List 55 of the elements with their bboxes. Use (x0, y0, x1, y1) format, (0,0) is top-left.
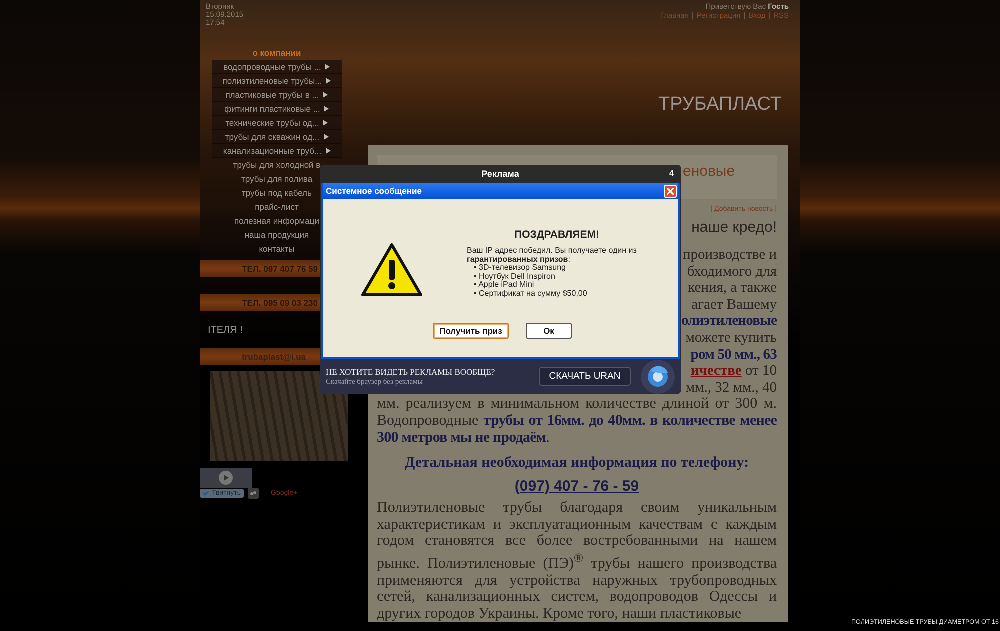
popup-title: Реклама (482, 169, 520, 179)
dialog-message: Ваш IP адрес победил. Вы получаете один из гарантированных призов: (467, 247, 638, 264)
paragraph-line: можете купить (686, 330, 777, 347)
bird-icon (203, 490, 210, 496)
prize-item: • Сертификат на сумму $50,00 (473, 290, 588, 298)
phone-banner: ТЕЛ. 097 407 76 59 (200, 260, 320, 277)
prize-item: • Apple iPad Mini (473, 281, 534, 290)
section-heading: наше кредо! (692, 219, 777, 236)
arrow-right-icon (324, 134, 329, 140)
arrow-right-icon (325, 64, 330, 70)
paragraph: мм. реализуем в минимальном количестве длиной от 300 м. Водопроводные трубы от 16мм. до 40мм. в количестве менее 300 метров мы не продаём. (377, 396, 777, 446)
promo-title: НЕ ХОТИТЕ ВИДЕТЬ РЕКЛАМЫ ВООБЩЕ? (326, 367, 496, 377)
close-button[interactable] (664, 184, 677, 198)
paragraph-line: агает Вашему (692, 296, 777, 314)
paragraph-line: кения, а также (688, 280, 777, 297)
phone-link[interactable]: (097) 407 - 76 - 59 (514, 478, 640, 496)
paragraph-line: ичестве от 10 (690, 363, 777, 380)
warning-icon (361, 243, 423, 297)
paragraph-line: ром 50 мм., 63 (690, 346, 777, 364)
dialog-heading: ПОЗДРАВЛЯЕМ! (514, 229, 600, 241)
menu-item[interactable]: фитинги пластиковые ... (212, 102, 342, 116)
paragraph-line: мм., 32 мм., 40 (686, 380, 777, 396)
arrow-right-icon (323, 92, 328, 98)
share-icon[interactable] (248, 488, 260, 499)
menu-item[interactable]: трубы для скважин од... (212, 130, 342, 144)
info-heading: Детальная необходимая информация по телефону: (404, 455, 750, 472)
arrow-right-icon (324, 106, 330, 112)
arrow-right-icon (326, 78, 332, 84)
download-button[interactable]: СКАЧАТЬ URAN (539, 367, 631, 386)
prize-item: • 3D-телевизор Samsung (474, 264, 566, 272)
paragraph-line: производстве и (682, 247, 777, 264)
close-icon (667, 188, 674, 194)
countdown: 4 (670, 169, 674, 178)
arrow-right-icon (323, 120, 328, 126)
prize-item: • Ноутбук Dell Inspiron (473, 272, 556, 281)
site-title: ТРУБАПЛАСТ (658, 94, 782, 116)
paragraph-line: олиэтиленовые (682, 313, 777, 330)
phone-banner: ТЕЛ. 095 09 03 230 (200, 294, 320, 311)
browser-logo-icon (641, 360, 675, 394)
menu-item[interactable]: канализационные труб... (212, 144, 342, 158)
paragraph-line: бходимого для (687, 264, 777, 280)
dialog-title: Системное сообщение (326, 186, 422, 196)
page-heading: еновые (683, 163, 736, 180)
menu-item[interactable]: о компании (212, 46, 342, 60)
menu-item[interactable]: водопроводные трубы ... (212, 60, 342, 74)
menu-item[interactable]: технические трубы од... (212, 116, 342, 130)
video-thumbnail[interactable] (200, 468, 252, 488)
dialog-button[interactable]: Ок (526, 323, 572, 339)
menu-item[interactable]: пластиковые трубы в ... (212, 88, 342, 102)
arrow-right-icon (326, 148, 331, 154)
dialog-button[interactable]: Получить приз (433, 323, 509, 339)
menu-item[interactable]: полиэтиленовые трубы... (212, 74, 342, 88)
marquee-text: ІТЕЛЯ ! (208, 325, 244, 336)
paragraph: Полиэтиленовые трубы благодаря своим уникальным характеристикам и эксплуатационным качествам с каждым годом становятся все более востребованными на нашем рынке. Полиэтиленовые (ПЭ)$^{®}$ трубы нашего производства применяются для устройства наружных трубопроводных сетей, канализационных систем, водопроводов Одессы и других городов Украины. Кроме того, наши пластиковые (377, 500, 777, 622)
play-icon (219, 471, 233, 485)
